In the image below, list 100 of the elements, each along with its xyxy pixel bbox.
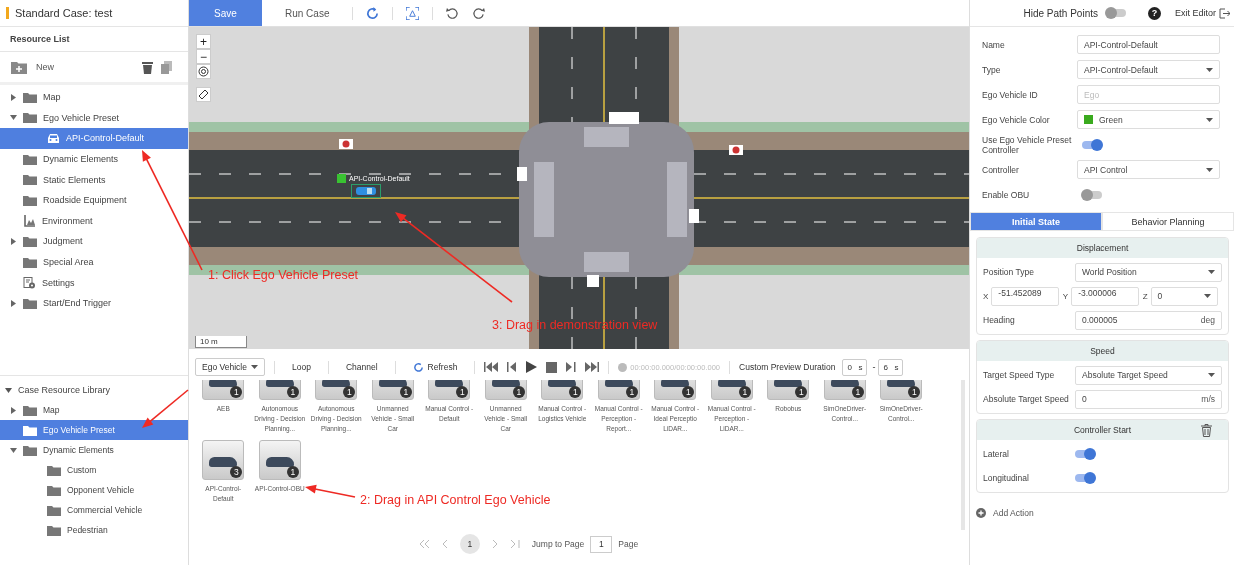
vehicle-thumbnail[interactable]: 1	[315, 380, 358, 400]
locate-button[interactable]	[196, 64, 211, 79]
tree-item[interactable]: Opponent Vehicle	[0, 480, 188, 500]
library-title[interactable]: Case Resource Library	[0, 380, 188, 400]
tree-item[interactable]: Ego Vehicle Preset	[0, 107, 188, 129]
tree-item[interactable]: Dynamic Elements	[0, 440, 188, 460]
zoom-in-button[interactable]: +	[196, 34, 211, 49]
select-field[interactable]: World Position	[1075, 262, 1222, 282]
mode-select[interactable]: Ego Vehicle	[195, 358, 265, 376]
redo-icon[interactable]	[472, 6, 486, 20]
tree-item[interactable]: Settings	[0, 272, 188, 293]
trash-icon[interactable]	[1201, 423, 1212, 437]
number-field[interactable]: -51.452089	[991, 286, 1059, 306]
tab[interactable]: Initial State	[970, 212, 1102, 231]
caret-down-icon[interactable]	[10, 446, 17, 454]
tree-item[interactable]: Custom	[0, 460, 188, 480]
progress-dot-icon[interactable]	[618, 362, 628, 372]
vehicle-thumbnail[interactable]: 3	[202, 440, 245, 480]
caret-right-icon[interactable]	[10, 299, 17, 307]
count-badge: 1	[512, 386, 525, 398]
tree-item[interactable]: Commercial Vehicle	[0, 500, 188, 520]
exit-editor-button[interactable]: Exit Editor	[1175, 7, 1230, 19]
step-back-icon[interactable]	[507, 362, 518, 372]
toggle-switch[interactable]	[1075, 474, 1095, 482]
save-button[interactable]: Save	[189, 0, 262, 26]
tab[interactable]: Behavior Planning	[1102, 212, 1234, 231]
caret-down-icon[interactable]	[10, 114, 17, 122]
zoom-out-button[interactable]: −	[196, 49, 211, 64]
measure-button[interactable]	[196, 87, 211, 102]
start-time-field[interactable]: 0 s	[842, 358, 868, 376]
number-field[interactable]: 0.000005 deg	[1075, 310, 1222, 330]
vehicle-thumbnail[interactable]: 1	[767, 380, 810, 400]
text-field[interactable]: API-Control-Default	[1077, 35, 1220, 54]
run-case-button[interactable]: Run Case	[275, 7, 340, 19]
tree-item[interactable]: Special Area	[0, 251, 188, 273]
refresh-icon[interactable]	[366, 6, 380, 20]
select-field[interactable]: API Control	[1077, 160, 1220, 179]
number-field[interactable]: -3.000006	[1071, 286, 1139, 306]
tree-item[interactable]: API-Control-Default	[0, 128, 188, 149]
caret-right-icon[interactable]	[10, 406, 17, 414]
caret-right-icon[interactable]	[10, 237, 17, 245]
tree-item[interactable]: Pedestrian	[0, 520, 188, 540]
color-select-field[interactable]: Green	[1077, 110, 1220, 129]
ruler-icon	[198, 89, 209, 100]
vehicle-thumbnail[interactable]: 1	[484, 380, 527, 400]
tree-item[interactable]: Static Elements	[0, 169, 188, 190]
copy-icon[interactable]	[161, 60, 172, 74]
tree-item[interactable]: Judgment	[0, 231, 188, 252]
vehicle-thumbnail[interactable]: 1	[428, 380, 471, 400]
refresh-button[interactable]: Refresh	[404, 361, 466, 373]
vehicle-thumbnail[interactable]: 1	[597, 380, 640, 400]
toggle-switch[interactable]	[1082, 140, 1102, 149]
skip-back-icon[interactable]	[484, 362, 499, 372]
play-icon[interactable]	[526, 361, 538, 373]
folder-icon	[23, 404, 37, 416]
tree-item[interactable]: Start/End Trigger	[0, 292, 188, 314]
new-button[interactable]: New	[11, 60, 54, 74]
select-field[interactable]: API-Control-Default	[1077, 60, 1220, 79]
tree-item[interactable]: Dynamic Elements	[0, 148, 188, 170]
vehicle-thumbnail[interactable]: 1	[258, 380, 301, 400]
page-number[interactable]: 1	[459, 534, 480, 554]
vehicle-thumbnail[interactable]: 1	[541, 380, 584, 400]
caret-right-icon[interactable]	[10, 93, 17, 101]
section-title: Speed	[1090, 346, 1115, 356]
vehicle-thumbnail[interactable]: 1	[371, 380, 414, 400]
toggle-switch[interactable]	[1106, 9, 1126, 17]
step-forward-icon[interactable]	[566, 362, 577, 372]
vehicle-thumbnail[interactable]: 1	[880, 380, 923, 400]
vehicle-thumbnail[interactable]: 1	[710, 380, 753, 400]
toggle-switch[interactable]	[1075, 450, 1095, 458]
add-action-button[interactable]: Add Action	[976, 508, 1229, 518]
vehicle-thumbnail[interactable]: 1	[823, 380, 866, 400]
tree-item[interactable]: Environment	[0, 210, 188, 232]
field-label: Use Ego Vehicle Preset Controller	[982, 134, 1073, 155]
skip-forward-icon[interactable]	[585, 362, 600, 372]
vehicle-thumbnail[interactable]: 1	[258, 440, 301, 480]
text-field[interactable]: Ego	[1077, 85, 1220, 104]
loop-button[interactable]: Loop	[284, 362, 319, 372]
vehicle-thumbnail[interactable]: 1	[202, 380, 245, 400]
channel-button[interactable]: Channel	[337, 362, 386, 372]
toggle-switch[interactable]	[1082, 190, 1102, 199]
tree-item[interactable]: Map	[0, 400, 188, 420]
field-label: Ego Vehicle Color	[982, 114, 1051, 125]
focus-icon[interactable]	[406, 6, 420, 20]
trash-icon[interactable]	[142, 60, 153, 74]
help-button[interactable]: ?	[1148, 6, 1161, 20]
page-input[interactable]: 1	[590, 535, 613, 553]
folder-icon	[23, 112, 37, 124]
end-time-field[interactable]: 6 s	[878, 358, 904, 376]
number-field[interactable]: 0 m/s	[1075, 389, 1222, 409]
tree-item[interactable]: Roadside Equipment	[0, 189, 188, 211]
tree-item[interactable]: Ego Vehicle Preset	[0, 420, 188, 440]
count-badge: 1	[795, 386, 808, 398]
select-field[interactable]: 0	[1150, 286, 1218, 306]
undo-icon[interactable]	[446, 6, 460, 20]
vehicle-thumbnail[interactable]: 1	[654, 380, 697, 400]
ego-car-icon[interactable]	[351, 184, 381, 198]
tree-item[interactable]: Map	[0, 87, 188, 108]
select-field[interactable]: Absolute Target Speed	[1075, 365, 1222, 385]
stop-icon[interactable]	[546, 361, 558, 373]
